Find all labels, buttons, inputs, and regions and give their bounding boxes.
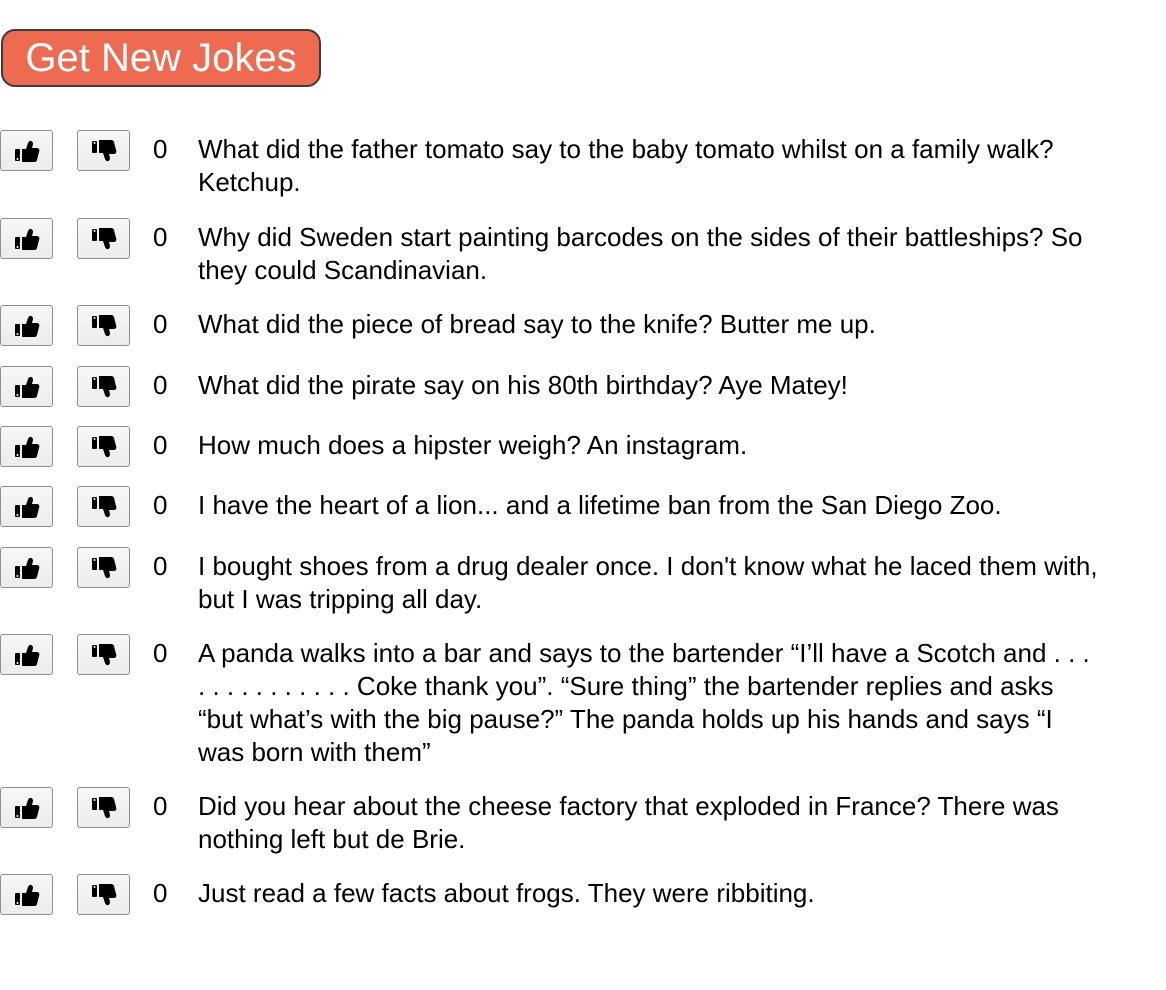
jokes-page: Get New Jokes 0 What did the father toma…: [0, 0, 1166, 990]
downvote-button[interactable]: [77, 130, 130, 171]
joke-row: 0 Did you hear about the cheese factory …: [0, 787, 1166, 874]
thumbs-down-icon: [91, 435, 116, 457]
joke-score: 0: [153, 430, 168, 460]
joke-row: 0 A panda walks into a bar and says to t…: [0, 634, 1166, 787]
upvote-button[interactable]: [0, 874, 53, 915]
joke-text: What did the father tomato say to the ba…: [198, 134, 1054, 197]
joke-text: I bought shoes from a drug dealer once. …: [198, 551, 1098, 614]
thumbs-up-icon: [14, 797, 39, 819]
joke-row: 0 Why did Sweden start painting barcodes…: [0, 218, 1166, 305]
upvote-button[interactable]: [0, 305, 53, 346]
upvote-button[interactable]: [0, 426, 53, 467]
joke-text: I have the heart of a lion... and a life…: [198, 490, 1002, 520]
joke-score: 0: [153, 370, 168, 400]
downvote-button[interactable]: [77, 874, 130, 915]
joke-row: 0 What did the pirate say on his 80th bi…: [0, 366, 1166, 426]
upvote-button[interactable]: [0, 130, 53, 171]
downvote-button[interactable]: [77, 547, 130, 588]
joke-row: 0 Just read a few facts about frogs. The…: [0, 874, 1166, 934]
downvote-button[interactable]: [77, 634, 130, 675]
joke-row: 0 I bought shoes from a drug dealer once…: [0, 547, 1166, 634]
downvote-button[interactable]: [77, 218, 130, 259]
joke-text: How much does a hipster weigh? An instag…: [198, 430, 748, 460]
upvote-button[interactable]: [0, 547, 53, 588]
downvote-button[interactable]: [77, 486, 130, 527]
thumbs-up-icon: [14, 315, 39, 337]
downvote-button[interactable]: [77, 305, 130, 346]
upvote-button[interactable]: [0, 218, 53, 259]
joke-row: 0 I have the heart of a lion... and a li…: [0, 486, 1166, 547]
downvote-button[interactable]: [77, 426, 130, 467]
get-new-jokes-button[interactable]: Get New Jokes: [1, 29, 321, 87]
upvote-button[interactable]: [0, 634, 53, 675]
thumbs-down-icon: [91, 796, 116, 818]
joke-score: 0: [153, 638, 168, 668]
joke-score: 0: [153, 134, 168, 164]
joke-score: 0: [153, 551, 168, 581]
thumbs-down-icon: [91, 139, 116, 161]
joke-score: 0: [153, 791, 168, 821]
thumbs-down-icon: [91, 883, 116, 905]
thumbs-up-icon: [14, 140, 39, 162]
joke-text: What did the pirate say on his 80th birt…: [198, 370, 848, 400]
thumbs-up-icon: [14, 496, 39, 518]
thumbs-down-icon: [91, 643, 116, 665]
joke-text: Why did Sweden start painting barcodes o…: [198, 222, 1083, 285]
joke-score: 0: [153, 878, 168, 908]
thumbs-up-icon: [14, 228, 39, 250]
joke-text: Did you hear about the cheese factory th…: [198, 791, 1059, 854]
thumbs-down-icon: [91, 556, 116, 578]
thumbs-down-icon: [91, 227, 116, 249]
joke-text: A panda walks into a bar and says to the…: [198, 638, 1090, 767]
thumbs-down-icon: [91, 314, 116, 336]
downvote-button[interactable]: [77, 787, 130, 828]
thumbs-up-icon: [14, 376, 39, 398]
joke-row: 0 What did the father tomato say to the …: [0, 130, 1166, 218]
thumbs-down-icon: [91, 375, 116, 397]
upvote-button[interactable]: [0, 366, 53, 407]
thumbs-up-icon: [14, 644, 39, 666]
joke-text: What did the piece of bread say to the k…: [198, 309, 876, 339]
joke-score: 0: [153, 222, 168, 252]
joke-row: 0 How much does a hipster weigh? An inst…: [0, 426, 1166, 486]
joke-row: 0 What did the piece of bread say to the…: [0, 305, 1166, 366]
thumbs-up-icon: [14, 884, 39, 906]
joke-text: Just read a few facts about frogs. They …: [198, 878, 815, 908]
joke-score: 0: [153, 490, 168, 520]
thumbs-down-icon: [91, 495, 116, 517]
thumbs-up-icon: [14, 436, 39, 458]
jokes-list: 0 What did the father tomato say to the …: [0, 130, 1166, 934]
thumbs-up-icon: [14, 557, 39, 579]
joke-score: 0: [153, 309, 168, 339]
upvote-button[interactable]: [0, 486, 53, 527]
downvote-button[interactable]: [77, 366, 130, 407]
upvote-button[interactable]: [0, 787, 53, 828]
